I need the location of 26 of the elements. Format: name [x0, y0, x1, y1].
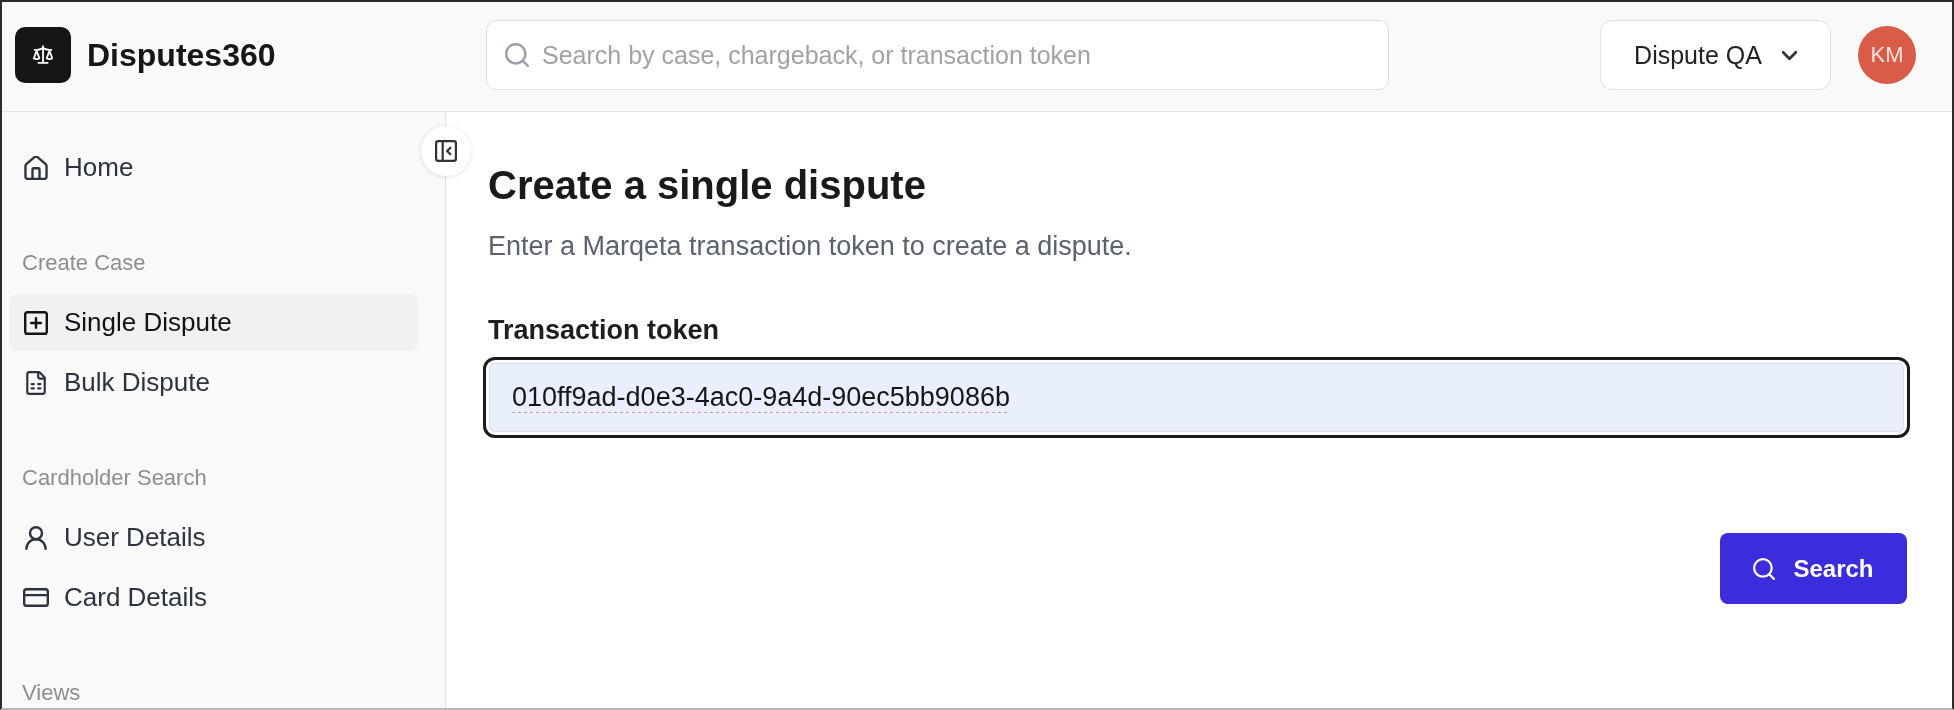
search-field[interactable]: Search by case, chargeback, or transaction token — [486, 20, 1389, 90]
workspace-dropdown[interactable]: Dispute QA — [1600, 20, 1831, 90]
home-icon — [24, 155, 48, 180]
search-icon — [505, 43, 529, 67]
page-title: Create a single dispute — [488, 162, 927, 208]
section-heading: Views — [21, 682, 82, 704]
search-button[interactable]: Search — [1720, 533, 1907, 604]
section-heading: Cardholder Search — [21, 467, 208, 489]
user-icon — [25, 525, 47, 550]
chevron-down-icon — [1781, 50, 1797, 60]
nav-item[interactable]: Card Details — [10, 569, 418, 626]
transaction-token-field[interactable]: 010ff9ad-d0e3-4ac0-9a4d-90ec5bb9086b — [483, 357, 1910, 438]
nav-item[interactable]: Home — [10, 139, 418, 196]
nav-item[interactable]: Single Dispute — [10, 294, 418, 351]
page-description: Enter a Marqeta transaction token to create a dispute. — [488, 230, 1133, 262]
scales-logo-icon — [15, 27, 71, 83]
nav-item[interactable]: User Details — [10, 509, 418, 566]
field-label: Transaction token — [488, 315, 721, 345]
spreadsheet-file-icon — [26, 370, 46, 395]
section-heading: Create Case — [21, 252, 147, 274]
app-title: Disputes360 — [87, 36, 276, 74]
credit-card-icon — [23, 588, 49, 607]
panel-left-icon — [435, 140, 457, 162]
plus-square-icon — [24, 310, 48, 335]
nav-item[interactable]: Bulk Dispute — [10, 354, 418, 411]
search-icon — [1753, 557, 1776, 580]
